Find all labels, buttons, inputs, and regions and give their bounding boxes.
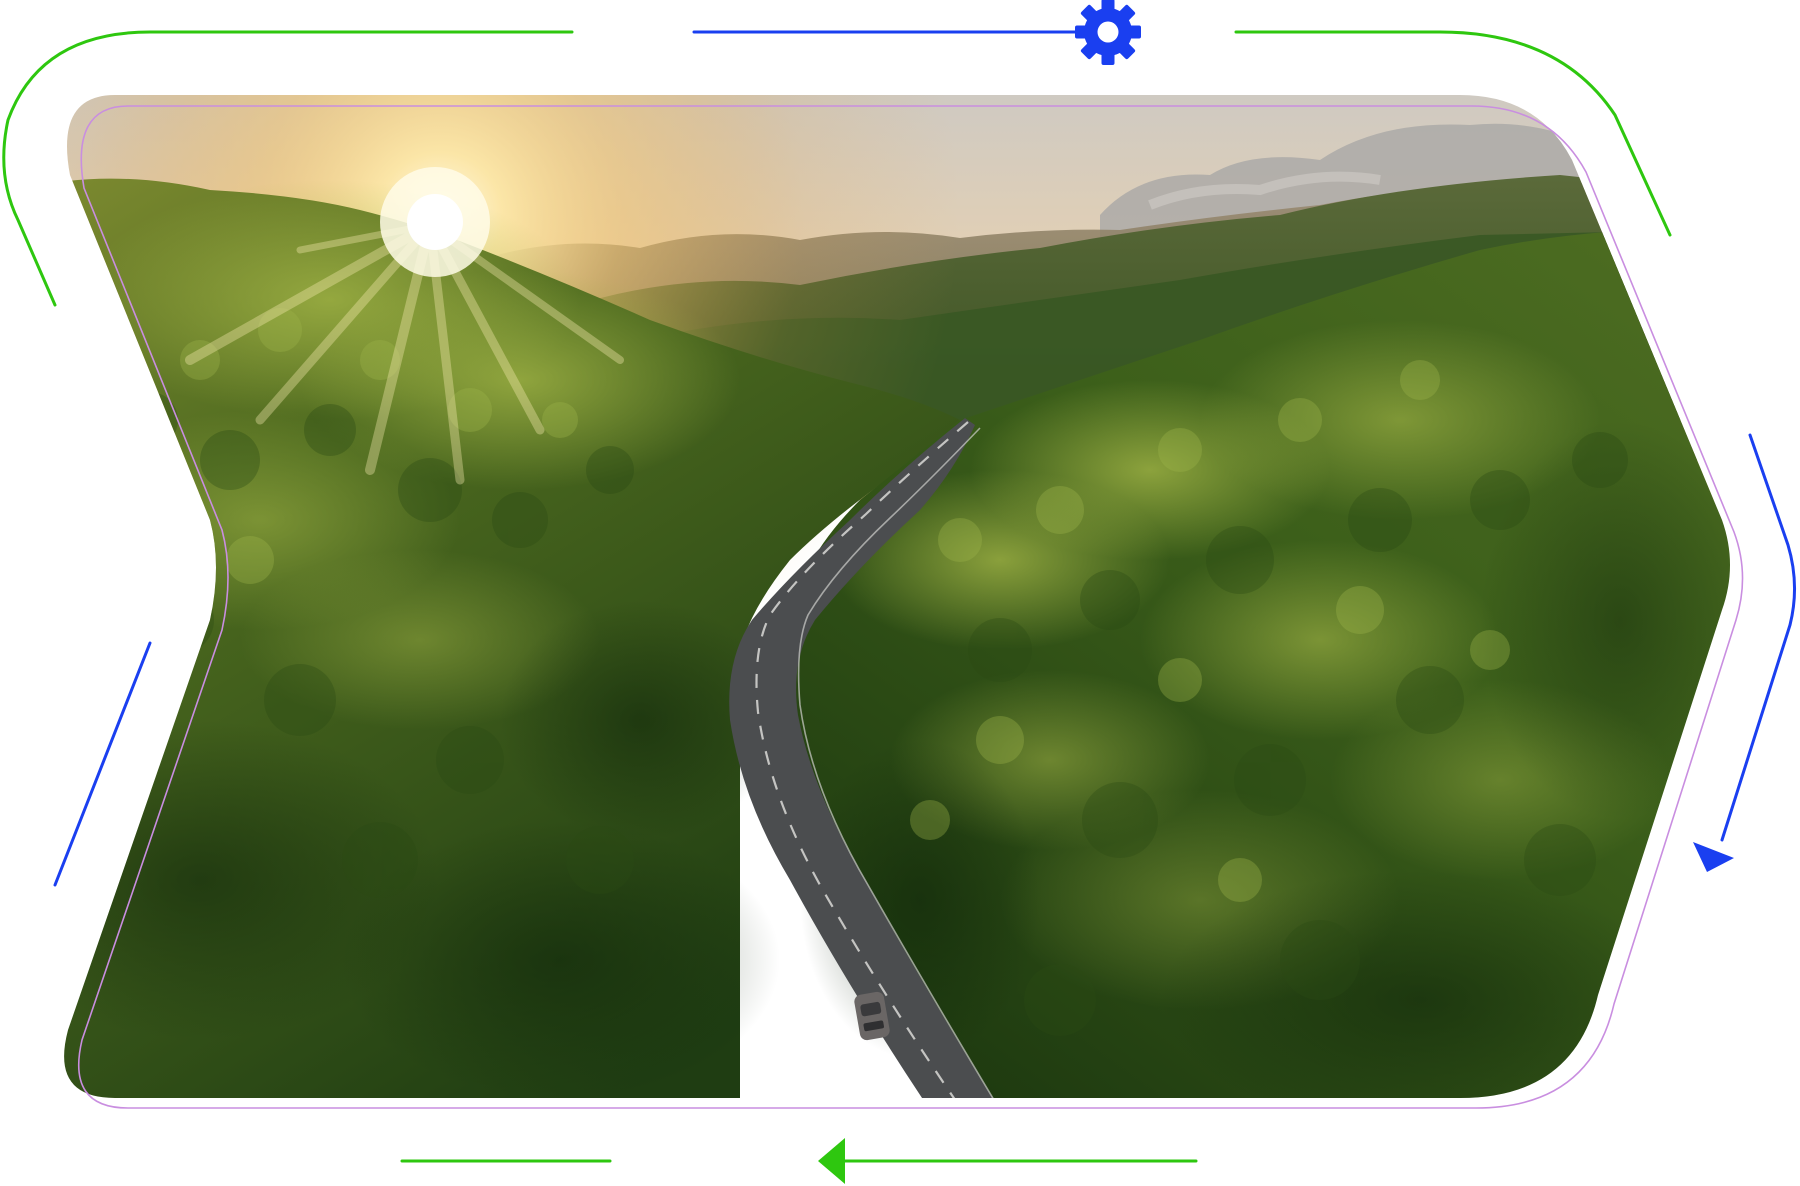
frame-svg: [2, 0, 1796, 1184]
landscape-photo: [64, 95, 1730, 1098]
blue-arc-right: [1720, 433, 1796, 842]
gear-icon: [1075, 0, 1141, 65]
arrow-down-left-icon: [1693, 842, 1734, 872]
arrow-left-icon: [818, 1138, 845, 1184]
decorative-frame-graphic: [0, 0, 1800, 1186]
